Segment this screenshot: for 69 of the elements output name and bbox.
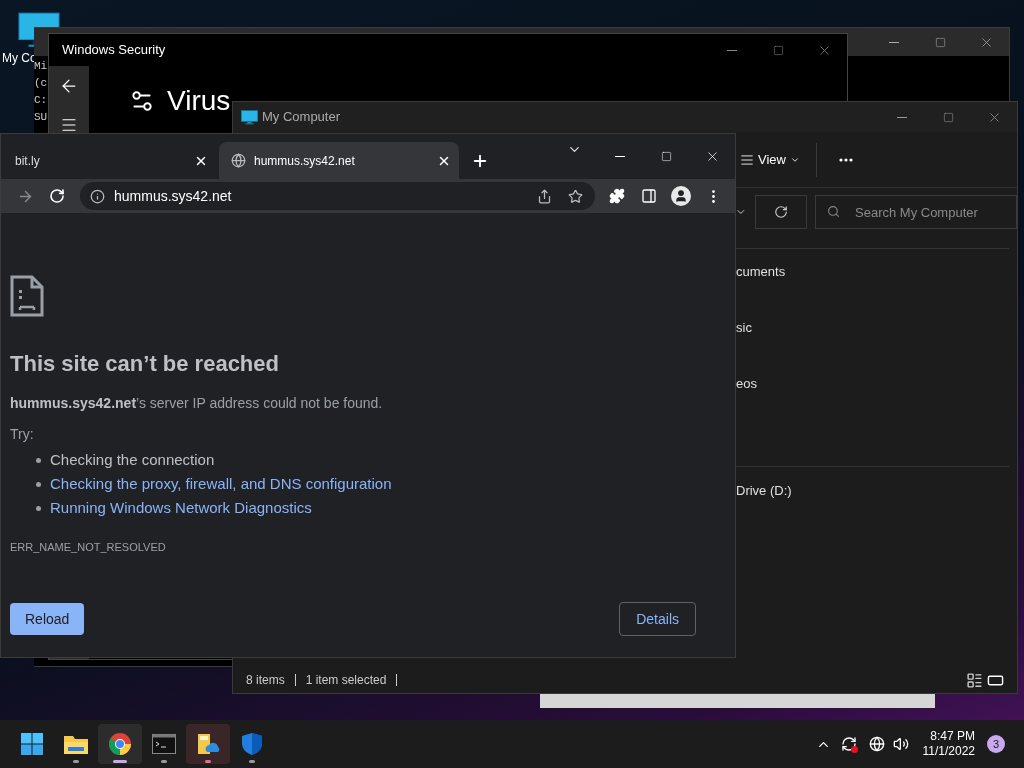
terminal-icon: [152, 734, 176, 754]
extensions-icon[interactable]: [609, 188, 625, 204]
notification-badge[interactable]: 3: [987, 735, 1005, 753]
terminal-line: (c: [34, 76, 48, 91]
search-icon: [827, 205, 840, 218]
menu-icon[interactable]: [60, 116, 78, 134]
taskbar-app[interactable]: [186, 724, 230, 764]
try-label: Try:: [10, 425, 35, 443]
search-field[interactable]: Search My Computer: [815, 195, 1017, 229]
cloud-folder-icon: [196, 732, 220, 756]
maximize-icon: [942, 111, 954, 123]
start-icon: [20, 732, 44, 756]
bullet-icon: [36, 457, 41, 463]
monitor-icon: [241, 109, 258, 125]
terminal-line: C:: [34, 93, 48, 108]
view-button[interactable]: View: [738, 142, 802, 177]
details-button[interactable]: Details: [619, 602, 696, 636]
shield-icon: [241, 732, 263, 756]
more-icon: [838, 157, 853, 162]
info-icon[interactable]: [90, 188, 105, 204]
folder-icon: [63, 733, 89, 755]
folder-item[interactable]: Drive (D:): [736, 481, 1009, 537]
sync-icon[interactable]: [840, 736, 857, 752]
window-title: Windows Security: [61, 41, 166, 60]
suggestion-text: Checking the connection: [50, 449, 215, 470]
suggestion-link[interactable]: Checking the proxy, firewall, and DNS configuration: [50, 472, 392, 496]
volume-icon[interactable]: [892, 736, 909, 752]
address-bar[interactable]: hummus.sys42.net: [80, 182, 595, 210]
maximize-icon: [934, 36, 946, 48]
taskbar-app[interactable]: [98, 724, 142, 764]
error-code: ERR_NAME_NOT_RESOLVED: [10, 540, 167, 554]
minimize-icon: [897, 116, 907, 118]
folder-item[interactable]: sic: [736, 318, 1009, 374]
sad-page-icon: [10, 275, 44, 317]
profile-icon[interactable]: [671, 186, 691, 206]
lines-icon: [740, 152, 754, 167]
side-panel-icon[interactable]: [641, 188, 657, 204]
minimize-icon: [615, 156, 625, 157]
status-text: 1 item selected: [305, 672, 387, 689]
folder-item[interactable]: eos: [736, 374, 1009, 430]
browser-tab[interactable]: bit.ly: [1, 142, 216, 179]
network-icon[interactable]: [868, 736, 885, 752]
maximize-icon: [660, 151, 672, 162]
reload-button[interactable]: Reload: [10, 603, 85, 635]
maximize-icon: [772, 44, 784, 56]
details-view-icon[interactable]: [966, 671, 983, 689]
status-text: 8 items: [246, 672, 285, 689]
clock-time[interactable]: 8:47 PM: [930, 729, 975, 744]
refresh-icon: [773, 205, 788, 219]
minimize-icon: [727, 49, 737, 51]
bullet-icon: [36, 505, 41, 511]
clock-date[interactable]: 11/1/2022: [922, 744, 975, 759]
reload-icon[interactable]: [49, 188, 65, 204]
globe-icon: [231, 153, 246, 168]
refresh-button[interactable]: [754, 195, 807, 229]
suggestion-link[interactable]: Running Windows Network Diagnostics: [50, 496, 312, 520]
bullet-icon: [36, 481, 41, 487]
error-message: hummus.sys42.net’s server IP address could not be found.: [10, 394, 384, 412]
browser-tab[interactable]: hummus.sys42.net: [219, 142, 459, 179]
share-icon[interactable]: [537, 188, 552, 204]
page-heading: Virus: [167, 84, 231, 118]
error-heading: This site can’t be reached: [10, 350, 280, 378]
minimize-icon: [889, 41, 899, 43]
window-title: My Computer: [262, 108, 341, 127]
bookmark-icon[interactable]: [568, 188, 583, 204]
terminal-line: Mi: [34, 59, 48, 74]
folder-item[interactable]: cuments: [736, 262, 1009, 318]
terminal-line: SU: [34, 110, 48, 125]
person-icon: [674, 189, 688, 203]
